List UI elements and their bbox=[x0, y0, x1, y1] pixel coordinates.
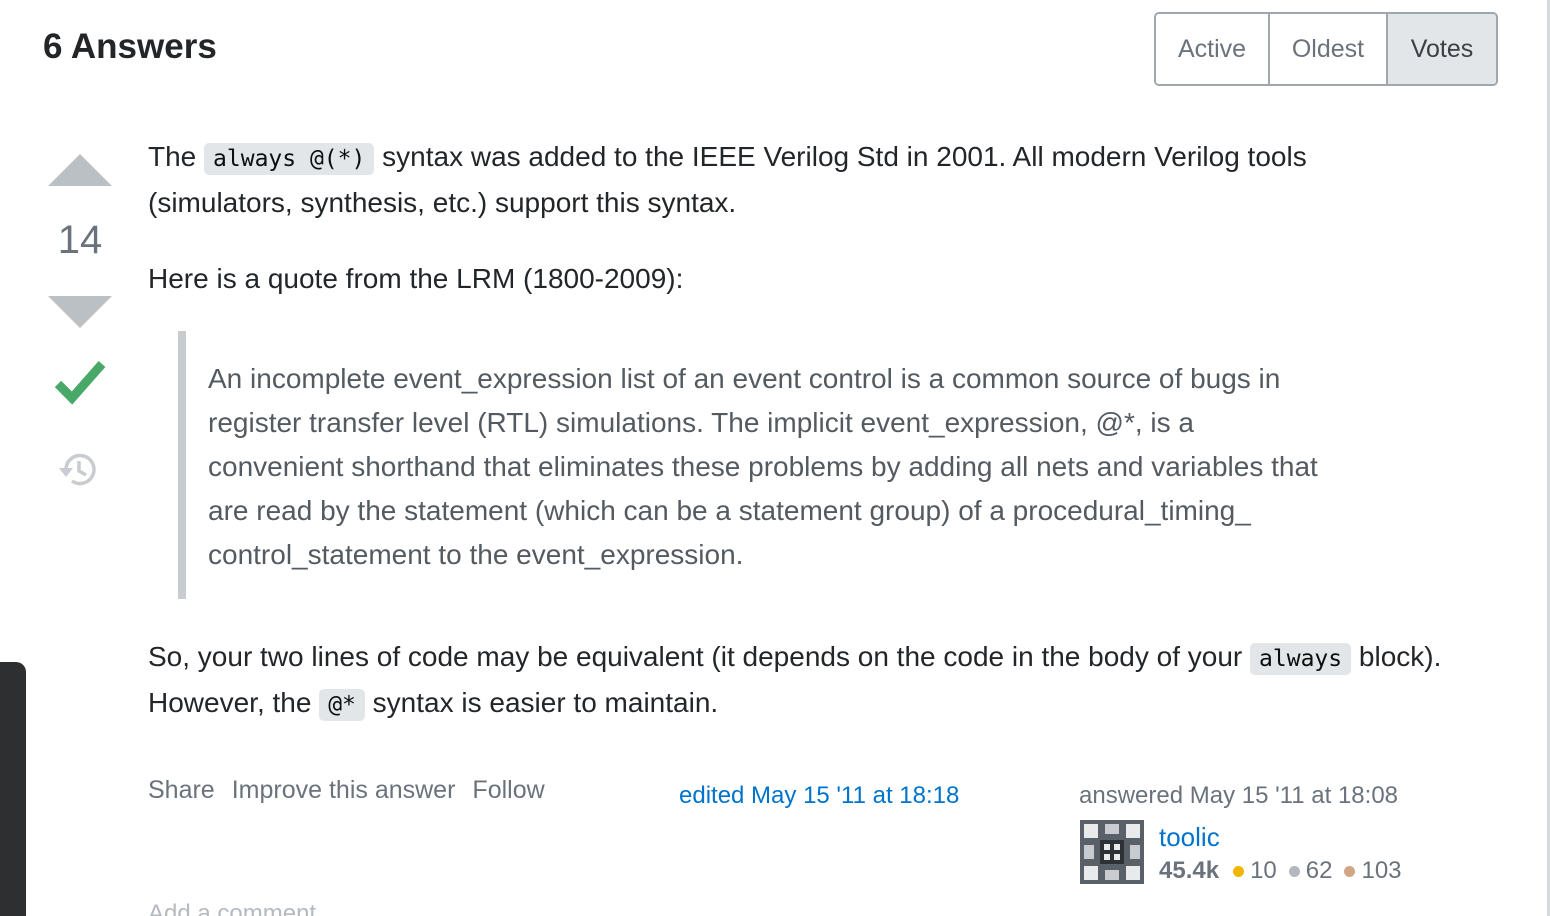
answer-paragraph-2: Here is a quote from the LRM (1800-2009)… bbox=[148, 263, 684, 294]
checkmark-icon bbox=[54, 361, 106, 405]
quote-line: An incomplete event_expression list of a… bbox=[208, 363, 1281, 394]
quote-line: control_statement to the event_expressio… bbox=[208, 539, 744, 570]
answer-paragraph-3: So, your two lines of code may be equiva… bbox=[148, 635, 1448, 727]
bronze-badge-count: 103 bbox=[1361, 857, 1402, 884]
history-icon[interactable] bbox=[58, 450, 98, 490]
answers-count-heading: 6 Answers bbox=[43, 27, 217, 66]
bronze-badges: 103 bbox=[1344, 857, 1402, 885]
text: So, your two lines of code may be equiva… bbox=[148, 641, 1251, 672]
answered-timestamp: answered May 15 '11 at 18:08 bbox=[1079, 782, 1399, 809]
text: syntax is easier to maintain. bbox=[364, 687, 719, 718]
silver-badge-count: 62 bbox=[1305, 857, 1333, 884]
text: The bbox=[148, 141, 205, 172]
quote-line: register transfer level (RTL) simulation… bbox=[208, 407, 1194, 438]
sort-tab-votes[interactable]: Votes bbox=[1388, 14, 1496, 84]
user-name-link[interactable]: toolic bbox=[1159, 822, 1220, 853]
silver-badge-icon bbox=[1288, 865, 1300, 877]
reputation-score: 45.4k bbox=[1159, 857, 1220, 884]
sort-tab-oldest[interactable]: Oldest bbox=[1270, 14, 1388, 84]
inline-code: always bbox=[1250, 643, 1352, 675]
improve-answer-link[interactable]: Improve this answer bbox=[232, 776, 456, 805]
inline-code: @* bbox=[319, 689, 365, 721]
triangle-down-icon[interactable] bbox=[48, 296, 112, 330]
gold-badges: 10 bbox=[1233, 857, 1277, 885]
answer-paragraph-1: The always @(*) syntax was added to the … bbox=[148, 135, 1438, 225]
add-comment-link[interactable]: Add a comment bbox=[148, 900, 316, 916]
silver-badges: 62 bbox=[1288, 857, 1333, 885]
inline-code: always @(*) bbox=[204, 143, 375, 175]
answers-section: 6 Answers Active Oldest Votes 14 The alw… bbox=[0, 0, 1550, 916]
user-avatar[interactable] bbox=[1080, 820, 1144, 884]
feedback-side-tab[interactable] bbox=[0, 662, 26, 916]
gold-badge-icon bbox=[1233, 865, 1245, 877]
follow-link[interactable]: Follow bbox=[472, 776, 544, 805]
sort-tab-active[interactable]: Active bbox=[1156, 14, 1270, 84]
triangle-up-icon[interactable] bbox=[48, 154, 112, 188]
gold-badge-count: 10 bbox=[1250, 857, 1277, 884]
vote-count: 14 bbox=[57, 218, 103, 262]
share-link[interactable]: Share bbox=[148, 776, 215, 805]
sort-tabs: Active Oldest Votes bbox=[1154, 12, 1498, 86]
bronze-badge-icon bbox=[1344, 865, 1356, 877]
edited-timestamp-link[interactable]: edited May 15 '11 at 18:18 bbox=[679, 782, 959, 810]
user-stats: 45.4k 10 62 103 bbox=[1159, 857, 1414, 885]
quote-line: convenient shorthand that eliminates the… bbox=[208, 451, 1318, 482]
post-menu: Share Improve this answer Follow bbox=[148, 776, 545, 805]
quote-line: are read by the statement (which can be … bbox=[208, 495, 1251, 526]
lrm-blockquote: An incomplete event_expression list of a… bbox=[178, 331, 1408, 599]
